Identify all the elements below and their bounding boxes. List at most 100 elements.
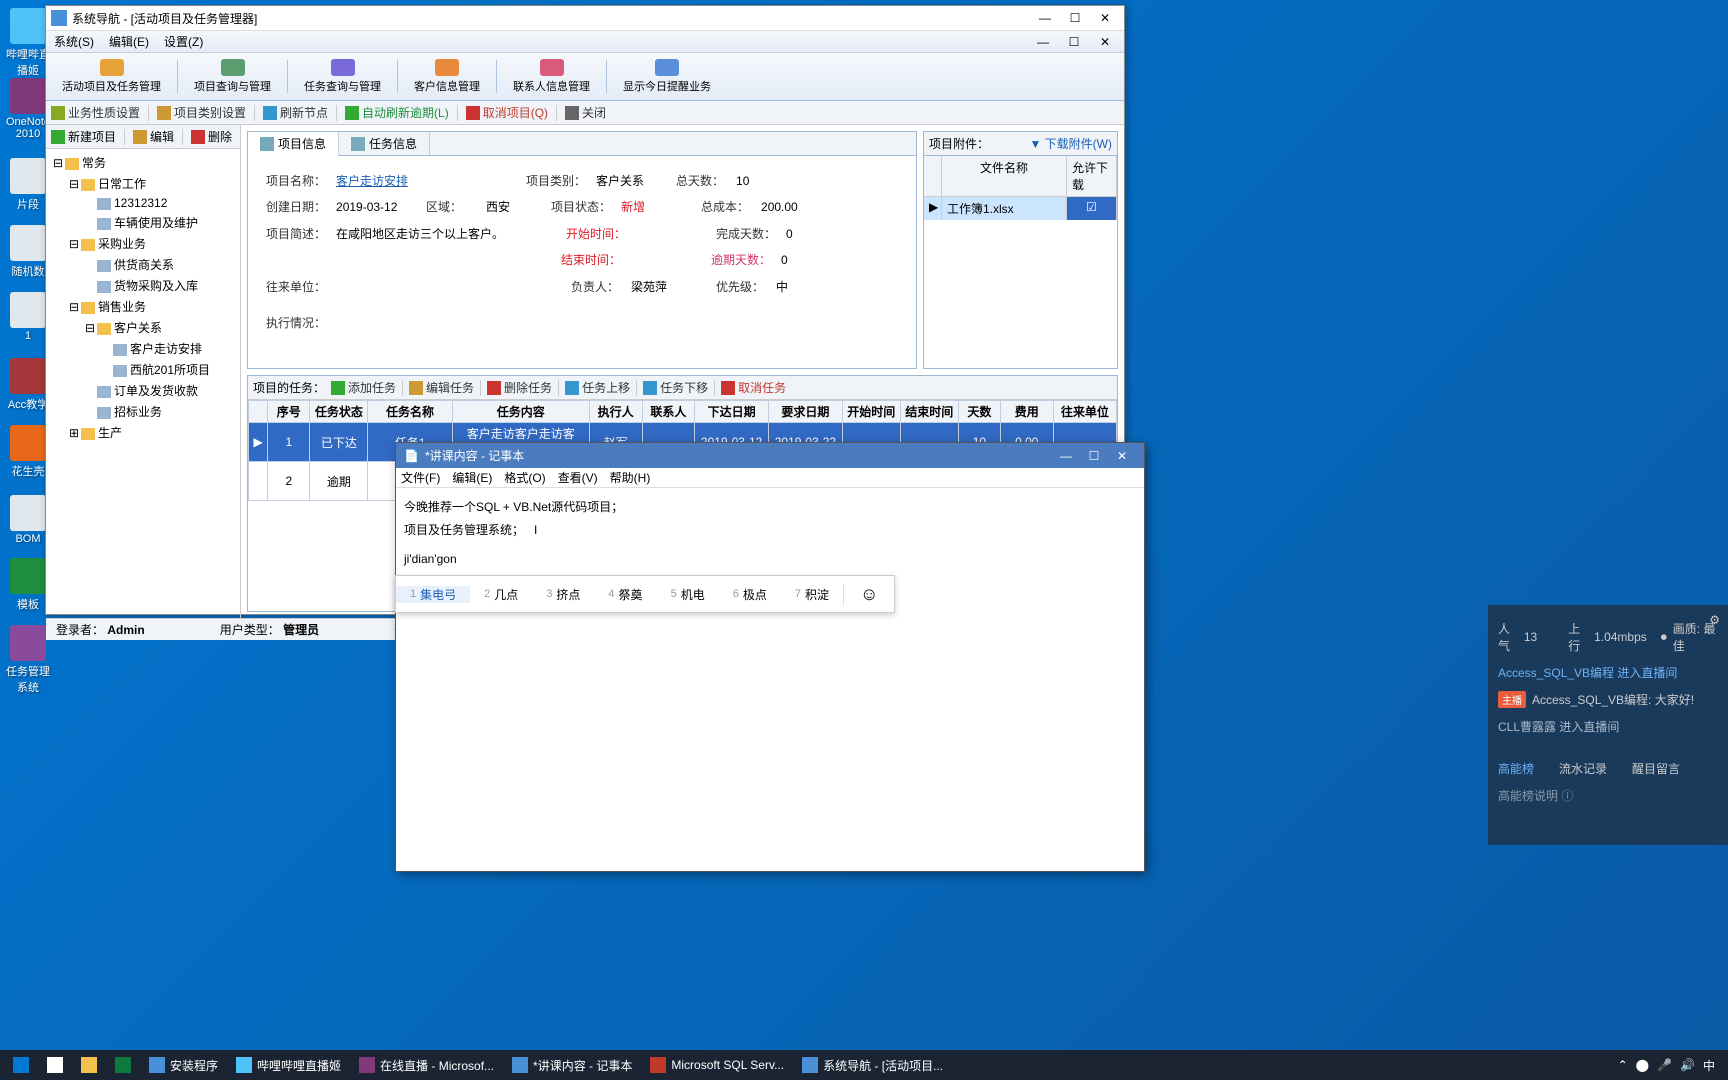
np-minimize-button[interactable]: — (1052, 446, 1080, 466)
ribbon-button[interactable]: 任务查询与管理 (293, 56, 392, 97)
menu-system[interactable]: 系统(S) (54, 33, 94, 50)
grid-header[interactable] (249, 401, 268, 423)
grid-header[interactable]: 执行人 (589, 401, 642, 423)
tree-node[interactable]: 货物采购及入库 (49, 275, 237, 296)
toolbar-button[interactable]: 业务性质设置 (51, 104, 140, 121)
expand-icon[interactable]: ⊟ (53, 156, 63, 170)
expand-icon[interactable]: ⊟ (69, 300, 79, 314)
np-menu-format[interactable]: 格式(O) (504, 469, 545, 486)
np-menu-help[interactable]: 帮助(H) (610, 469, 651, 486)
task-toolbar-button[interactable]: 添加任务 (331, 379, 396, 396)
ime-candidate[interactable]: 2几点 (470, 586, 532, 603)
download-attachment-link[interactable]: ▼ 下载附件(W) (1029, 135, 1112, 152)
toolbar-button[interactable]: 项目类别设置 (157, 104, 246, 121)
toolbar-button[interactable]: 取消项目(Q) (466, 104, 548, 121)
tree-node[interactable]: 12312312 (49, 194, 237, 212)
np-close-button[interactable]: ✕ (1108, 446, 1136, 466)
grid-header[interactable]: 天数 (958, 401, 1000, 423)
expand-icon[interactable]: ⊟ (69, 237, 79, 251)
grid-header[interactable]: 结束时间 (900, 401, 958, 423)
task-toolbar-button[interactable]: 取消任务 (721, 379, 786, 396)
grid-header[interactable]: 要求日期 (769, 401, 843, 423)
notepad-titlebar[interactable]: 📄 *讲课内容 - 记事本 — ☐ ✕ (396, 443, 1144, 468)
grid-header[interactable]: 下达日期 (695, 401, 769, 423)
tray-icon[interactable]: 🔊 (1680, 1058, 1695, 1072)
allow-download-checkbox[interactable]: ☑ (1067, 197, 1117, 220)
menu-edit[interactable]: 编辑(E) (109, 33, 149, 50)
ime-indicator[interactable]: 中 (1703, 1057, 1715, 1074)
system-tray[interactable]: ⌃ ⬤ 🎤 🔊 中 (1618, 1057, 1723, 1074)
ribbon-button[interactable]: 活动项目及任务管理 (51, 56, 172, 97)
taskbar-item[interactable] (73, 1051, 105, 1079)
mdi-maximize-button[interactable]: ☐ (1060, 32, 1088, 52)
tree-node[interactable]: ⊟客户关系 (49, 317, 237, 338)
expand-icon[interactable]: ⊞ (69, 426, 79, 440)
ribbon-button[interactable]: 客户信息管理 (403, 56, 491, 97)
ribbon-button[interactable]: 项目查询与管理 (183, 56, 282, 97)
menu-settings[interactable]: 设置(Z) (164, 33, 203, 50)
tree-node[interactable]: ⊞生产 (49, 422, 237, 443)
close-button[interactable]: ✕ (1091, 8, 1119, 28)
ime-candidate[interactable]: 5机电 (657, 586, 719, 603)
mdi-close-button[interactable]: ✕ (1091, 32, 1119, 52)
tree-node[interactable]: ⊟采购业务 (49, 233, 237, 254)
task-toolbar-button[interactable]: 删除任务 (487, 379, 552, 396)
tree-node[interactable]: 供货商关系 (49, 254, 237, 275)
ime-candidate[interactable]: 1集电弓 (396, 586, 470, 603)
taskbar-item[interactable] (39, 1051, 71, 1079)
titlebar[interactable]: 系统导航 - [活动项目及任务管理器] — ☐ ✕ (46, 6, 1124, 31)
tree-node[interactable]: 招标业务 (49, 401, 237, 422)
expand-icon[interactable]: ⊟ (85, 321, 95, 335)
task-toolbar-button[interactable]: 任务下移 (643, 379, 708, 396)
tab-project-info[interactable]: 项目信息 (248, 132, 339, 156)
tree-toolbar-button[interactable]: 编辑 (133, 128, 174, 145)
tray-icon[interactable]: 🎤 (1657, 1058, 1672, 1072)
tree-node[interactable]: 订单及发货收款 (49, 380, 237, 401)
grid-header[interactable]: 往来单位 (1053, 401, 1116, 423)
tree-node[interactable]: 车辆使用及维护 (49, 212, 237, 233)
settings-icon[interactable]: ⚙ (1709, 613, 1720, 627)
tree-toolbar-button[interactable]: 新建项目 (51, 128, 116, 145)
ime-emoji-button[interactable]: ☺ (843, 584, 894, 605)
maximize-button[interactable]: ☐ (1061, 8, 1089, 28)
tree-node[interactable]: ⊟常务 (49, 152, 237, 173)
grid-header[interactable]: 序号 (268, 401, 310, 423)
energy-help[interactable]: 高能榜说明 ⓘ (1498, 782, 1718, 809)
task-toolbar-button[interactable]: 编辑任务 (409, 379, 474, 396)
toolbar-button[interactable]: 关闭 (565, 104, 606, 121)
ribbon-button[interactable]: 显示今日提醒业务 (612, 56, 722, 97)
toolbar-button[interactable]: 自动刷新逾期(L) (345, 104, 449, 121)
taskbar-item[interactable]: 在线直播 - Microsof... (351, 1051, 502, 1079)
tab-flow[interactable]: 流水记录 (1559, 760, 1607, 777)
project-tree[interactable]: ⊟常务⊟日常工作12312312车辆使用及维护⊟采购业务供货商关系货物采购及入库… (46, 149, 240, 618)
mdi-minimize-button[interactable]: — (1029, 32, 1057, 52)
taskbar-item[interactable] (107, 1051, 139, 1079)
taskbar-item[interactable]: 安装程序 (141, 1051, 226, 1079)
taskbar-item[interactable]: 哔哩哔哩直播姬 (228, 1051, 349, 1079)
ime-candidate[interactable]: 3挤点 (532, 586, 594, 603)
tab-superchat[interactable]: 醒目留言 (1632, 760, 1680, 777)
grid-header[interactable]: 开始时间 (842, 401, 900, 423)
ime-candidate[interactable]: 6极点 (719, 586, 781, 603)
np-menu-view[interactable]: 查看(V) (558, 469, 598, 486)
taskbar-item[interactable]: Microsoft SQL Serv... (642, 1051, 792, 1079)
tray-icon[interactable]: ⌃ (1618, 1058, 1628, 1072)
ime-candidate[interactable]: 7积淀 (781, 586, 843, 603)
tray-icon[interactable]: ⬤ (1636, 1058, 1649, 1072)
val-project-name[interactable]: 客户走访安排 (336, 168, 516, 194)
tree-node[interactable]: 客户走访安排 (49, 338, 237, 359)
toolbar-button[interactable]: 刷新节点 (263, 104, 328, 121)
np-maximize-button[interactable]: ☐ (1080, 446, 1108, 466)
ime-candidate-bar[interactable]: 1集电弓2几点3挤点4祭奠5机电6极点7积淀☺ (395, 575, 895, 613)
grid-header[interactable]: 任务内容 (452, 401, 589, 423)
taskbar-item[interactable] (5, 1051, 37, 1079)
minimize-button[interactable]: — (1031, 8, 1059, 28)
ribbon-button[interactable]: 联系人信息管理 (502, 56, 601, 97)
np-menu-file[interactable]: 文件(F) (401, 469, 440, 486)
attachment-row[interactable]: ▶ 工作簿1.xlsx ☑ (924, 197, 1117, 220)
tree-toolbar-button[interactable]: 删除 (191, 128, 232, 145)
task-toolbar-button[interactable]: 任务上移 (565, 379, 630, 396)
tree-node[interactable]: ⊟销售业务 (49, 296, 237, 317)
tree-node[interactable]: ⊟日常工作 (49, 173, 237, 194)
grid-header[interactable]: 任务状态 (310, 401, 368, 423)
